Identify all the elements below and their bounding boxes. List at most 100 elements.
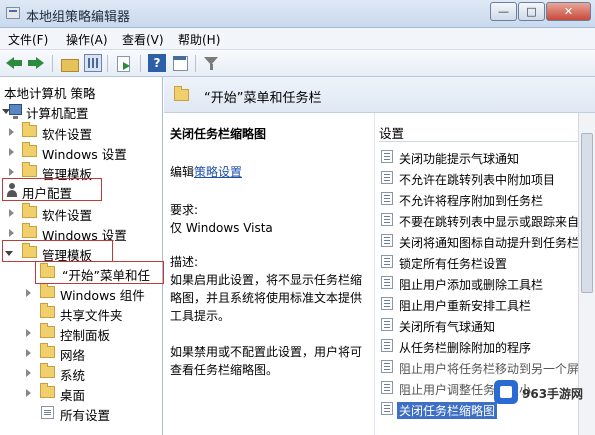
tree-user-config[interactable]: 用户配置 [0,181,162,201]
setting-description: 关闭任务栏缩略图 编辑 策略设置 要求: 仅 Windows Vista 描述:… [164,113,374,435]
collapse-arrow-icon[interactable] [26,329,31,337]
title-bar: 本地组策略编辑器 — □ ✕ [0,0,595,28]
list-item[interactable]: 不允许在跳转列表中附加项目 [375,168,595,189]
folder-icon [40,303,55,318]
window-title: 本地组策略编辑器 [26,10,131,25]
list-item[interactable]: 阻止用户将任务栏移动到另一个屏幕 [375,357,595,378]
list-item-label: 关闭功能提示气球通知 [399,152,520,166]
list-item[interactable]: 锁定所有任务栏设置 [375,252,595,273]
menu-file[interactable]: 文件(F) [8,31,48,48]
policy-icon [381,150,393,163]
description-line: 如果启用此设置，将不显示任务栏缩 [170,273,363,287]
toolbar-divider [52,55,53,72]
tree-root[interactable]: 本地计算机 策略 [0,81,162,101]
menu-help[interactable]: 帮助(H) [178,31,220,48]
menu-action[interactable]: 操作(A) [66,31,108,48]
folder-icon [40,323,55,338]
folder-icon [22,122,37,137]
tree-item-network[interactable]: 网络 [0,343,162,363]
tree-item-start-menu[interactable]: “开始”菜单和任 [0,263,162,284]
requirements-label: 要求: [170,203,199,217]
collapse-arrow-icon[interactable] [9,148,14,156]
policy-icon [381,297,393,310]
list-item[interactable]: 不要在跳转列表中显示或跟踪来自 [375,210,595,231]
tree-label: 所有设置 [60,408,111,423]
tree-item-shared-folders[interactable]: 共享文件夹 [0,303,162,323]
list-item-label: 关闭将通知图标自动提升到任务栏 [399,236,580,250]
tree-item-windows-components[interactable]: Windows 组件 [0,283,162,303]
expand-arrow-icon[interactable] [5,251,13,256]
list-item[interactable]: 阻止用户重新安排工具栏 [375,294,595,315]
back-arrow-icon[interactable] [5,54,23,72]
folder-icon [40,383,55,398]
computer-icon [9,104,22,119]
tree-item-desktop[interactable]: 桌面 [0,383,162,403]
toolbar-divider [140,55,141,72]
tree-label: Windows 组件 [60,288,145,303]
edit-prefix: 编辑 [170,165,195,179]
tree-label: 桌面 [60,388,86,403]
list-item-label: 锁定所有任务栏设置 [399,257,508,271]
tree-item-admin-templates[interactable]: 管理模板 [0,243,162,263]
tree-item-all-settings[interactable]: 所有设置 [0,403,162,423]
grid-view-icon[interactable] [84,54,102,72]
tree-label: Windows 设置 [42,147,127,162]
tree-item-admin-templates[interactable]: 管理模板 [0,162,162,182]
toolbar: ? [0,50,595,77]
close-button[interactable]: ✕ [546,2,591,21]
watermark: 963手游网 [490,378,595,408]
tree-pane: 本地计算机 策略 计算机配置 软件设置 Windows 设置 管理模板 用户配置… [0,77,163,435]
list-item[interactable]: 关闭所有气球通知 [375,315,595,336]
help-icon[interactable]: ? [148,54,166,72]
collapse-arrow-icon[interactable] [9,229,14,237]
collapse-arrow-icon[interactable] [26,389,31,397]
minimize-button[interactable]: — [490,2,517,21]
tree-item-windows-settings[interactable]: Windows 设置 [0,223,162,243]
policy-icon [381,213,393,226]
folder-up-icon[interactable] [60,54,79,72]
menu-view[interactable]: 查看(V) [122,31,164,48]
collapse-arrow-icon[interactable] [9,168,14,176]
list-item[interactable]: 关闭将通知图标自动提升到任务栏 [375,231,595,252]
folder-icon [22,142,37,157]
maximize-button[interactable]: □ [518,2,545,21]
folder-icon [22,243,37,258]
list-item-label: 阻止用户将任务栏移动到另一个屏幕 [399,362,592,376]
tree-label: “开始”菜单和任 [62,265,150,284]
edit-policy-link[interactable]: 策略设置 [194,163,242,181]
tree-label: 用户配置 [22,186,73,201]
list-item[interactable]: 不允许将程序附加到任务栏 [375,189,595,210]
scrollbar-thumb[interactable] [581,133,593,293]
collapse-arrow-icon[interactable] [26,349,31,357]
tree-item-windows-settings[interactable]: Windows 设置 [0,142,162,162]
policy-icon [381,171,393,184]
folder-icon [22,203,37,218]
tree-label: 软件设置 [42,208,93,223]
list-item-label: 不允许在跳转列表中附加项目 [399,173,556,187]
collapse-arrow-icon[interactable] [9,128,14,136]
list-column-header[interactable]: 设置 [379,123,404,142]
forward-arrow-icon[interactable] [27,54,45,72]
folder-icon [40,263,55,278]
menu-bar: 文件(F) 操作(A) 查看(V) 帮助(H) [0,28,595,50]
detail-header: “开始”菜单和任务栏 [164,77,595,113]
tree-computer-config[interactable]: 计算机配置 [0,101,162,121]
list-item[interactable]: 阻止用户添加或删除工具栏 [375,273,595,294]
filter-icon[interactable] [202,54,220,72]
list-item[interactable]: 从任务栏删除附加的程序 [375,336,595,357]
toolbar-divider [107,55,108,72]
tree-item-software[interactable]: 软件设置 [0,203,162,223]
tree-label: 计算机配置 [26,106,89,121]
folder-icon [40,283,55,298]
app-icon [6,7,20,19]
tree-item-control-panel[interactable]: 控制面板 [0,323,162,343]
tree-item-software[interactable]: 软件设置 [0,122,162,142]
view-icon[interactable] [171,54,189,72]
collapse-arrow-icon[interactable] [26,289,31,297]
list-item[interactable]: 关闭功能提示气球通知 [375,147,595,168]
collapse-arrow-icon[interactable] [9,209,14,217]
policy-icon [381,402,393,415]
tree-item-system[interactable]: 系统 [0,363,162,383]
export-list-icon[interactable] [114,54,132,72]
collapse-arrow-icon[interactable] [26,369,31,377]
